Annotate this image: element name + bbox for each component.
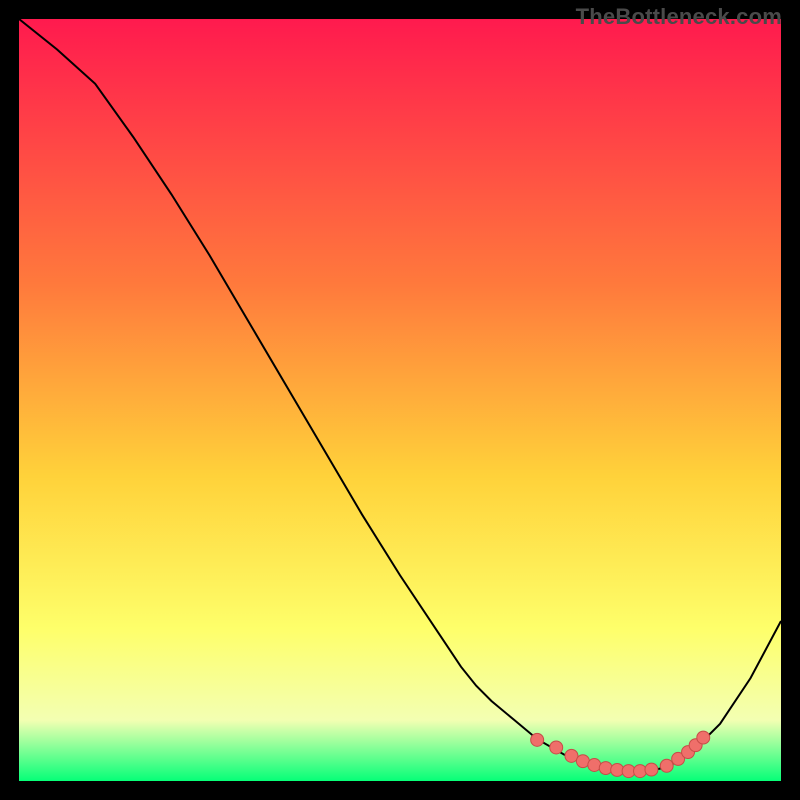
highlight-dot	[645, 763, 658, 776]
highlight-dot	[611, 763, 624, 776]
highlight-dot	[697, 731, 710, 744]
plot-area	[19, 19, 781, 781]
chart-frame: TheBottleneck.com	[0, 0, 800, 800]
chart-svg	[19, 19, 781, 781]
highlight-dot	[634, 765, 647, 778]
gradient-background	[19, 19, 781, 781]
watermark-text: TheBottleneck.com	[576, 4, 782, 30]
highlight-dot	[660, 759, 673, 772]
highlight-dot	[588, 759, 601, 772]
highlight-dot	[599, 762, 612, 775]
highlight-dot	[531, 733, 544, 746]
highlight-dot	[550, 741, 563, 754]
